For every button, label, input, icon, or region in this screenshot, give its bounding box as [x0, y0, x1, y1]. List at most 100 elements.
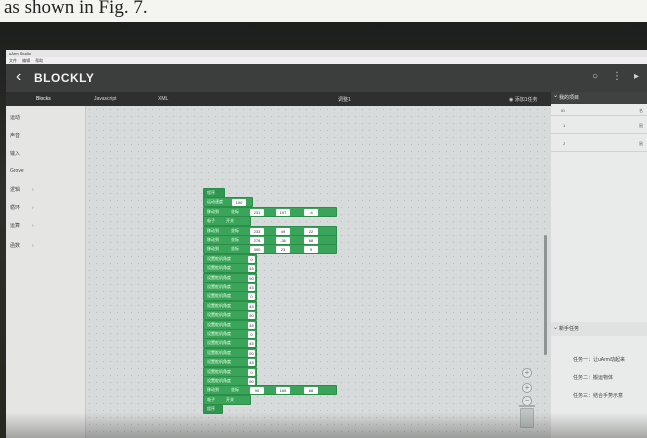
move-to-block[interactable]: 移动到 坐标 300 23 9 — [203, 244, 337, 255]
servo-angle-block[interactable]: 设置舵机角度 0 — [203, 291, 257, 302]
workspace-scrollbar[interactable] — [544, 235, 547, 355]
block-value-field[interactable]: 90 — [248, 349, 255, 357]
project-panel-header[interactable]: 我的项目 — [551, 90, 647, 104]
block-label: 设置舵机角度 — [207, 274, 231, 280]
editor-tabs: Blocks Javascript XML 调整1 ◉ 添加1任务 — [6, 92, 551, 106]
block-value-field[interactable]: 90 — [248, 312, 255, 320]
block-value-field[interactable]: 22 — [304, 227, 318, 235]
block-value-field[interactable]: 231 — [250, 208, 264, 216]
toolbox-category-math[interactable]: 运算 › — [10, 222, 34, 229]
play-icon[interactable]: ▸ — [634, 71, 639, 82]
row-id: 1 — [563, 123, 566, 128]
toolbox-category-input[interactable]: 输入 — [10, 150, 32, 157]
refresh-icon[interactable]: ○ — [592, 71, 598, 82]
tab-javascript[interactable]: Javascript — [94, 96, 117, 102]
tab-center-label: 调整1 — [338, 97, 351, 103]
servo-angle-block[interactable]: 设置舵机角度 45 — [203, 357, 257, 368]
servo-angle-block[interactable]: 设置舵机角度 45 — [203, 338, 257, 349]
block-value-field[interactable]: 9 — [304, 246, 318, 254]
screen-shadow — [0, 412, 647, 438]
servo-angle-block[interactable]: 设置舵机角度 45 — [203, 263, 257, 274]
toolbox-category-logic[interactable]: 逻辑 › — [10, 186, 34, 193]
app-screen: uArm Studio 文件 编辑 帮助 ‹ BLOCKLY ○ ⋮ ▸ Blo… — [6, 50, 647, 438]
block-value-field[interactable]: 90 — [250, 387, 264, 395]
block-value-field[interactable]: 68 — [304, 237, 318, 244]
add-task-button[interactable]: ◉ 添加1任务 — [509, 96, 538, 103]
chevron-left-icon[interactable]: ‹ — [16, 68, 21, 86]
block-label: 设置舵机角度 — [207, 302, 231, 308]
block-value-field[interactable]: 0 — [248, 293, 255, 301]
block-value-field[interactable]: 45 — [248, 359, 255, 367]
block-value-field[interactable]: 45 — [248, 284, 255, 291]
toolbox-category-sound[interactable]: 声音 — [10, 132, 32, 139]
menu-item-edit[interactable]: 编辑 — [22, 58, 30, 63]
block-value-field[interactable]: 45 — [248, 265, 255, 273]
block-label: 设置舵机角度 — [207, 255, 231, 261]
block-label: 坐标 — [231, 387, 239, 393]
block-value-field[interactable]: 0 — [248, 331, 255, 338]
menu-item-help[interactable]: 帮助 — [35, 58, 43, 63]
block-value-field[interactable]: 45 — [248, 302, 255, 310]
toolbox-category-motion[interactable]: 运动 — [10, 114, 32, 121]
block-value-field[interactable]: -36 — [276, 237, 290, 244]
more-icon[interactable]: ⋮ — [612, 71, 622, 82]
block-value-field[interactable]: 100 — [232, 199, 246, 207]
blockly-workspace[interactable]: 程序 运动速度 100 移动到 坐标 231 107 -4 吸子 开关 移动到 坐标 233 49 22 移动… — [86, 106, 551, 438]
block-label: 设置舵机角度 — [207, 284, 231, 289]
speed-block[interactable]: 运动速度 100 — [203, 197, 253, 208]
block-value-field[interactable]: 107 — [276, 208, 290, 216]
block-label: 移动到 — [207, 237, 219, 242]
blockly-toolbox: 运动 声音 输入 Grove 逻辑 › 循环 › 运算 › 函数 › — [6, 106, 86, 438]
tab-xml[interactable]: XML — [158, 96, 168, 102]
block-label: 设置舵机角度 — [207, 340, 231, 346]
block-value-field[interactable]: 90 — [248, 378, 255, 385]
block-label: 设置舵机角度 — [207, 359, 231, 365]
block-label: 移动到 — [207, 246, 219, 252]
toolbox-category-loop[interactable]: 循环 › — [10, 204, 34, 211]
block-value-field[interactable]: 278 — [250, 237, 264, 244]
block-label: 开关 — [226, 218, 234, 224]
block-label: 坐标 — [231, 237, 239, 242]
toolbox-category-function[interactable]: 函数 › — [10, 242, 34, 249]
block-value-field[interactable]: 0 — [248, 368, 255, 376]
block-label: 设置舵机角度 — [207, 349, 231, 355]
document-caption-text: as shown in Fig. 7. — [4, 0, 148, 18]
block-label: 程序 — [207, 190, 215, 195]
block-label: 设置舵机角度 — [207, 331, 231, 336]
block-value-field[interactable]: 0 — [248, 255, 255, 263]
task-item[interactable]: 任务一：让uArm动起来 — [573, 356, 625, 363]
app-header: ‹ BLOCKLY ○ ⋮ ▸ — [6, 64, 647, 92]
block-value-field[interactable]: 300 — [250, 246, 264, 254]
block-value-field[interactable]: 45 — [248, 340, 255, 348]
toolbox-category-grove[interactable]: Grove — [10, 168, 36, 174]
block-label: 程序 — [207, 406, 215, 412]
task-item[interactable]: 任务二：搬运物体 — [573, 374, 613, 381]
document-caption: as shown in Fig. 7. — [0, 0, 647, 22]
menu-item-file[interactable]: 文件 — [9, 58, 17, 63]
block-label: 开关 — [226, 396, 234, 402]
block-value-field[interactable]: 165 — [276, 387, 290, 395]
zoom-in-icon[interactable]: + — [522, 368, 532, 378]
block-value-field[interactable]: -4 — [304, 208, 318, 216]
block-value-field[interactable]: 68 — [304, 387, 318, 395]
move-to-block[interactable]: 移动到 坐标 90 165 68 — [203, 385, 337, 396]
tasks-panel-title: 新手任务 — [559, 326, 580, 332]
page-title: BLOCKLY — [34, 71, 95, 85]
task-item[interactable]: 任务三：结合手势示意 — [573, 392, 623, 399]
tasks-panel-header[interactable]: 新手任务 — [551, 321, 647, 336]
column-id: ID — [561, 108, 565, 113]
block-value-field[interactable]: 49 — [276, 227, 290, 235]
block-value-field[interactable]: 233 — [250, 227, 264, 235]
servo-angle-block[interactable]: 设置舵机角度 90 — [203, 310, 257, 321]
table-row[interactable]: 2 鼠 — [551, 134, 647, 152]
block-label: 吸子 — [207, 218, 215, 224]
zoom-reset-icon[interactable]: + — [522, 383, 532, 393]
block-value-field[interactable]: 90 — [248, 274, 255, 282]
block-value-field[interactable]: 23 — [276, 246, 290, 254]
block-value-field[interactable]: 45 — [248, 321, 255, 329]
row-name: 鼠 — [639, 141, 643, 146]
column-name: 名 — [639, 108, 643, 113]
table-row[interactable]: 1 鼠 — [551, 116, 647, 134]
suction-block[interactable]: 吸子 开关 — [203, 216, 251, 227]
tab-blocks[interactable]: Blocks — [36, 96, 51, 102]
